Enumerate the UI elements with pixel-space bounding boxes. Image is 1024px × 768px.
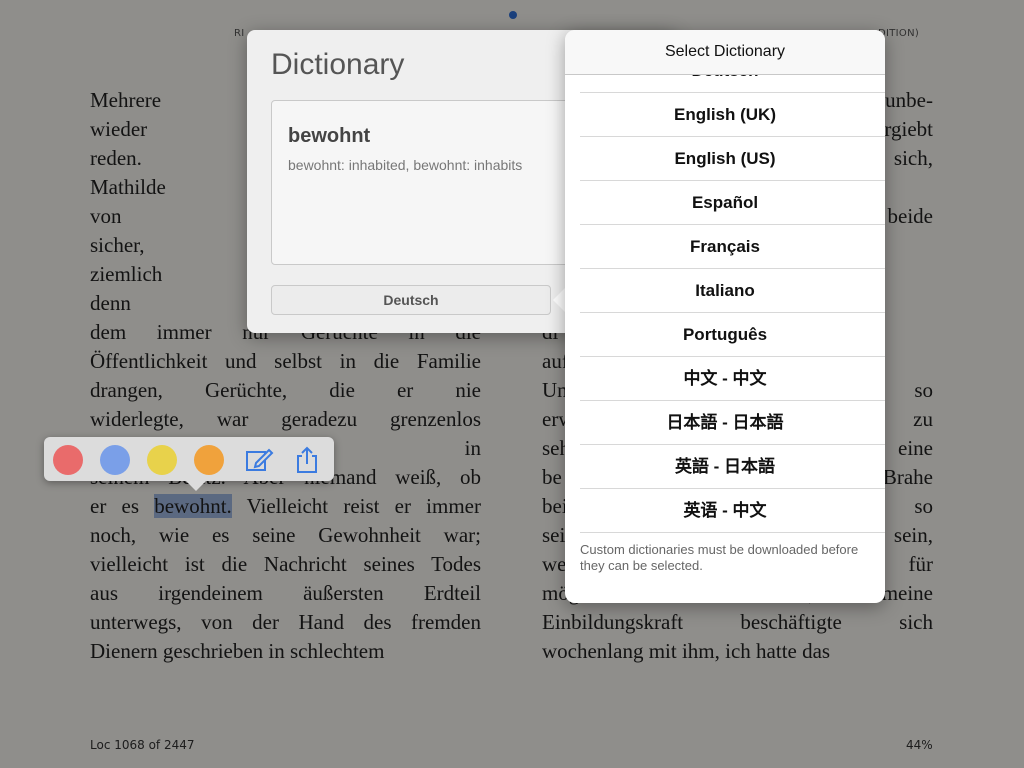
dictionary-option[interactable]: 中文 - 中文 xyxy=(580,357,885,401)
dictionary-option[interactable]: 日本語 - 日本語 xyxy=(580,401,885,445)
toolbar-pointer xyxy=(186,481,206,491)
headword: bewohnt xyxy=(288,125,371,147)
dictionary-option[interactable]: Italiano xyxy=(580,269,885,313)
select-popover-pointer xyxy=(553,288,565,312)
dictionary-option[interactable]: English (UK) xyxy=(580,93,885,137)
share-icon[interactable] xyxy=(292,445,322,475)
dictionary-title: Dictionary xyxy=(271,48,405,81)
select-dictionary-popover: Select Dictionary DeutschEnglish (UK)Eng… xyxy=(565,30,885,603)
highlight-toolbar xyxy=(44,437,334,491)
custom-dictionary-note: Custom dictionaries must be downloaded b… xyxy=(580,542,859,573)
dictionary-option[interactable]: Português xyxy=(580,313,885,357)
note-icon[interactable] xyxy=(244,445,274,475)
definition-box: bewohnt bewohnt: inhabited, bewohnt: inh… xyxy=(271,100,573,265)
highlight-blue-button[interactable] xyxy=(100,445,130,475)
highlight-yellow-button[interactable] xyxy=(147,445,177,475)
highlight-red-button[interactable] xyxy=(53,445,83,475)
dictionary-option[interactable]: Español xyxy=(580,181,885,225)
select-dictionary-title: Select Dictionary xyxy=(565,30,885,75)
dictionary-option[interactable]: 英語 - 日本語 xyxy=(580,445,885,489)
dictionary-option[interactable]: Français xyxy=(580,225,885,269)
dictionary-list[interactable]: DeutschEnglish (UK)English (US)EspañolFr… xyxy=(565,75,885,535)
dictionary-language-button[interactable]: Deutsch xyxy=(271,285,551,315)
dictionary-option[interactable]: English (US) xyxy=(580,137,885,181)
definition-text: bewohnt: inhabited, bewohnt: inhabits xyxy=(288,157,523,173)
dictionary-option[interactable]: 英语 - 中文 xyxy=(580,489,885,533)
highlight-orange-button[interactable] xyxy=(194,445,224,475)
dictionary-option[interactable]: Deutsch xyxy=(580,75,885,93)
